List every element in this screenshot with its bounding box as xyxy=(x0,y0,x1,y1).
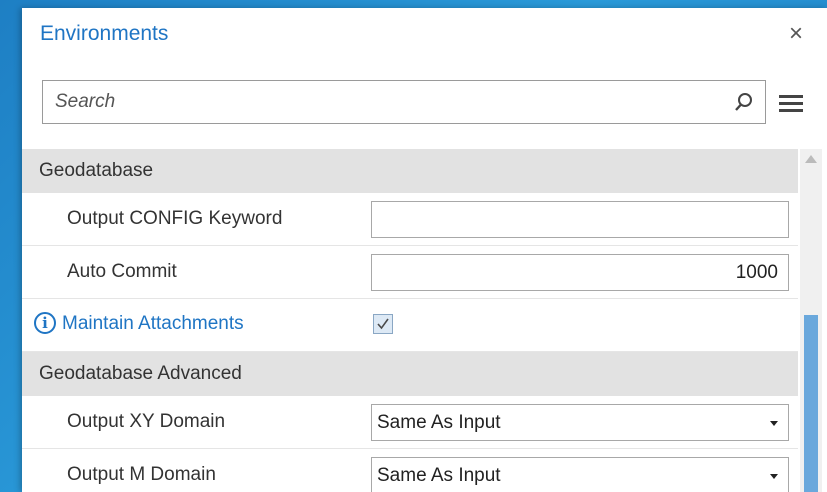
section-geodatabase[interactable]: Geodatabase xyxy=(22,149,798,193)
search-input[interactable] xyxy=(43,81,723,123)
output-m-domain-select[interactable]: Same As Input xyxy=(371,457,789,492)
output-config-keyword-field[interactable] xyxy=(371,201,789,238)
auto-commit-label: Auto Commit xyxy=(67,261,177,282)
dropdown-caret-icon xyxy=(770,421,778,426)
row-output-xy-domain: Output XY Domain Same As Input xyxy=(22,396,798,449)
search-box xyxy=(42,80,766,124)
search-icon[interactable] xyxy=(733,91,755,113)
output-m-domain-value: Same As Input xyxy=(377,465,501,486)
output-xy-domain-value: Same As Input xyxy=(377,412,501,433)
output-m-domain-label: Output M Domain xyxy=(67,464,216,485)
vertical-scrollbar[interactable] xyxy=(800,149,822,492)
maintain-attachments-checkbox[interactable] xyxy=(373,314,393,334)
row-auto-commit: Auto Commit 1000 xyxy=(22,246,798,299)
checkmark-icon xyxy=(377,318,389,330)
output-config-keyword-label: Output CONFIG Keyword xyxy=(67,208,283,229)
hamburger-menu-icon[interactable] xyxy=(779,95,803,113)
panel-title: Environments xyxy=(40,22,169,45)
scroll-thumb[interactable] xyxy=(804,315,818,492)
close-icon[interactable]: × xyxy=(782,20,810,48)
row-output-m-domain: Output M Domain Same As Input xyxy=(22,449,798,492)
environments-list: Geodatabase Output CONFIG Keyword Auto C… xyxy=(22,149,798,492)
output-xy-domain-label: Output XY Domain xyxy=(67,411,226,432)
environments-panel: Environments × Geodatabase Output CONFIG… xyxy=(22,8,827,492)
auto-commit-field[interactable]: 1000 xyxy=(371,254,789,291)
scroll-up-icon[interactable] xyxy=(805,155,817,163)
output-xy-domain-select[interactable]: Same As Input xyxy=(371,404,789,441)
row-output-config-keyword: Output CONFIG Keyword xyxy=(22,193,798,246)
row-maintain-attachments: i Maintain Attachments xyxy=(22,299,798,352)
info-icon[interactable]: i xyxy=(34,312,56,334)
maintain-attachments-label: Maintain Attachments xyxy=(62,313,244,334)
section-geodatabase-advanced[interactable]: Geodatabase Advanced xyxy=(22,352,798,396)
dropdown-caret-icon xyxy=(770,474,778,479)
